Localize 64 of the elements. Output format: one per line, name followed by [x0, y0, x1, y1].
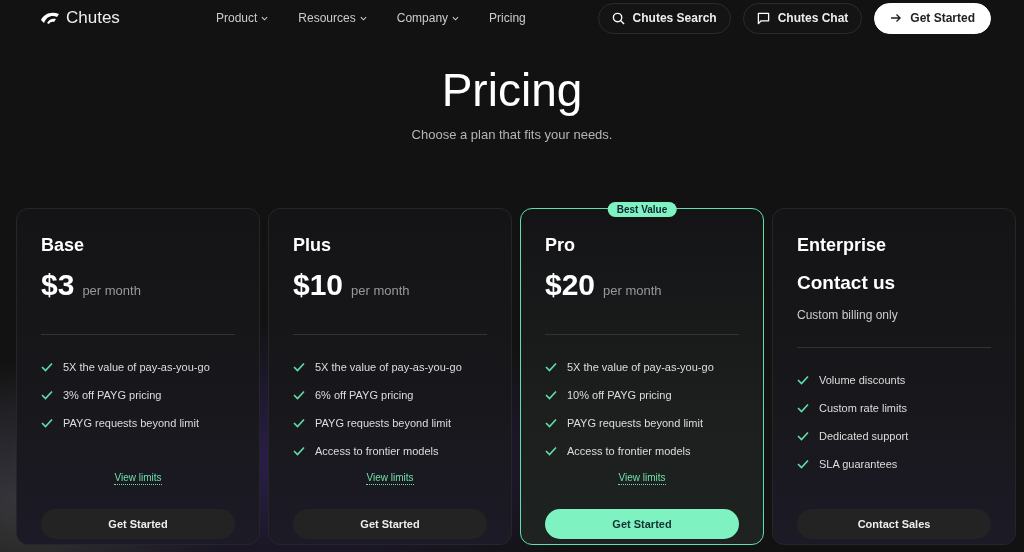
- get-started-button[interactable]: Get Started: [41, 509, 235, 539]
- check-icon: [293, 446, 305, 456]
- plan-name: Plus: [293, 234, 332, 257]
- feature-text: 6% off PAYG pricing: [315, 389, 414, 401]
- check-icon: [293, 418, 305, 428]
- feature-text: 5X the value of pay-as-you-go: [63, 361, 210, 373]
- plan-name: Base: [41, 234, 86, 257]
- nav-link[interactable]: Resources: [298, 11, 367, 25]
- get-started-button[interactable]: Get Started: [874, 2, 991, 34]
- check-icon: [545, 390, 557, 400]
- check-icon: [293, 362, 305, 372]
- check-icon: [797, 431, 809, 441]
- plan-price: $10: [293, 268, 344, 302]
- feature-text: PAYG requests beyond limit: [63, 417, 199, 429]
- best-value-badge: Best Value: [607, 202, 677, 217]
- logo-icon: [40, 11, 60, 25]
- feature-text: SLA guarantees: [819, 458, 898, 470]
- billing-note: Custom billing only: [797, 307, 899, 323]
- feature-text: 5X the value of pay-as-you-go: [315, 361, 462, 373]
- feature-text: Volume discounts: [819, 374, 906, 386]
- feature-text: PAYG requests beyond limit: [567, 417, 703, 429]
- chat-icon: [756, 11, 770, 25]
- check-icon: [41, 418, 53, 428]
- check-icon: [41, 390, 53, 400]
- plan-price: $3: [41, 268, 75, 302]
- nav-link[interactable]: Product: [216, 11, 269, 25]
- price-period: per month: [351, 283, 410, 298]
- check-icon: [797, 403, 809, 413]
- feature-text: 3% off PAYG pricing: [63, 389, 162, 401]
- contact-heading: Contact us: [797, 271, 897, 295]
- search-icon: [611, 11, 625, 25]
- feature-text: 5X the value of pay-as-you-go: [567, 361, 714, 373]
- feature-text: Dedicated support: [819, 430, 909, 442]
- feature-text: 10% off PAYG pricing: [567, 389, 672, 401]
- brand-name: Chutes: [66, 8, 120, 28]
- feature-text: Custom rate limits: [819, 402, 908, 414]
- check-icon: [797, 375, 809, 385]
- view-limits-link[interactable]: View limits: [114, 471, 162, 485]
- nav-link[interactable]: Pricing: [489, 11, 526, 25]
- price-period: per month: [603, 283, 662, 298]
- check-icon: [797, 459, 809, 469]
- view-limits-link[interactable]: View limits: [366, 471, 414, 485]
- plan-price: $20: [545, 268, 596, 302]
- chat-button[interactable]: Chutes Chat: [742, 2, 863, 34]
- page-subtitle: Choose a plan that fits your needs.: [411, 127, 613, 142]
- check-icon: [545, 446, 557, 456]
- page-title: Pricing: [441, 63, 583, 117]
- check-icon: [545, 418, 557, 428]
- plan-name: Enterprise: [797, 234, 888, 257]
- check-icon: [545, 362, 557, 372]
- plan-name: Pro: [545, 234, 576, 257]
- get-started-button[interactable]: Get Started: [545, 509, 739, 539]
- contact-sales-button[interactable]: Contact Sales: [797, 509, 991, 539]
- feature-text: PAYG requests beyond limit: [315, 417, 451, 429]
- feature-text: Access to frontier models: [315, 445, 439, 457]
- check-icon: [293, 390, 305, 400]
- get-started-button[interactable]: Get Started: [293, 509, 487, 539]
- price-period: per month: [82, 283, 141, 298]
- check-icon: [41, 362, 53, 372]
- nav-link[interactable]: Company: [396, 11, 460, 25]
- search-button[interactable]: Chutes Search: [597, 2, 731, 34]
- feature-text: Access to frontier models: [567, 445, 691, 457]
- view-limits-link[interactable]: View limits: [618, 471, 666, 485]
- arrow-icon: [890, 12, 903, 24]
